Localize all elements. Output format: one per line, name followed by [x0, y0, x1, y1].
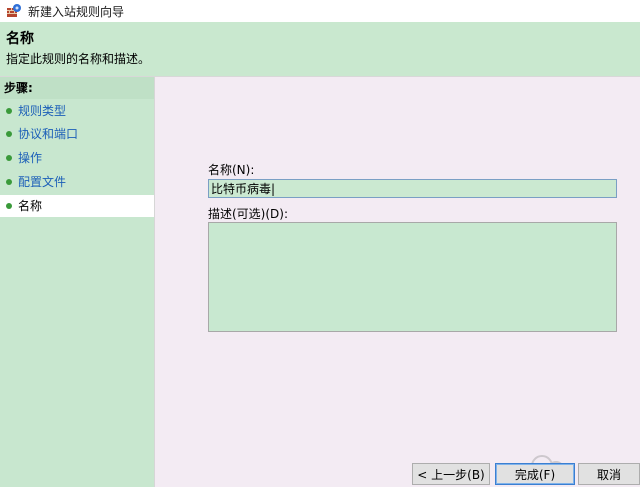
step-action[interactable]: 操作 [0, 147, 154, 169]
step-label: 规则类型 [18, 104, 67, 118]
step-rule-type[interactable]: 规则类型 [0, 100, 154, 122]
description-label: 描述(可选)(D): [208, 207, 289, 221]
step-profile[interactable]: 配置文件 [0, 171, 154, 193]
name-label: 名称(N): [208, 163, 255, 177]
step-bullet-icon [6, 131, 12, 137]
page-title: 名称 [6, 31, 34, 47]
step-protocol-port[interactable]: 协议和端口 [0, 123, 154, 145]
description-textarea[interactable] [208, 222, 617, 332]
name-input[interactable] [208, 179, 617, 198]
window-title: 新建入站规则向导 [28, 4, 125, 19]
page-header: 名称 指定此规则的名称和描述。 [0, 22, 640, 76]
finish-button[interactable]: 完成(F) [495, 463, 575, 485]
step-bullet-icon [6, 108, 12, 114]
step-label: 名称 [18, 199, 43, 213]
step-bullet-icon [6, 155, 12, 161]
step-bullet-icon [6, 203, 12, 209]
back-button[interactable]: < 上一步(B) [412, 463, 490, 485]
steps-panel: 步骤: 规则类型 协议和端口 操作 配置文件 名称 [0, 77, 155, 487]
step-label: 配置文件 [18, 175, 67, 189]
step-bullet-icon [6, 179, 12, 185]
window-titlebar: 新建入站规则向导 [0, 0, 640, 22]
step-label: 协议和端口 [18, 127, 79, 141]
step-name[interactable]: 名称 [0, 195, 154, 217]
step-label: 操作 [18, 151, 43, 165]
firewall-icon [6, 3, 22, 19]
steps-heading: 步骤: [0, 77, 154, 99]
cancel-button[interactable]: 取消 [578, 463, 640, 485]
page-subtitle: 指定此规则的名称和描述。 [6, 52, 151, 66]
